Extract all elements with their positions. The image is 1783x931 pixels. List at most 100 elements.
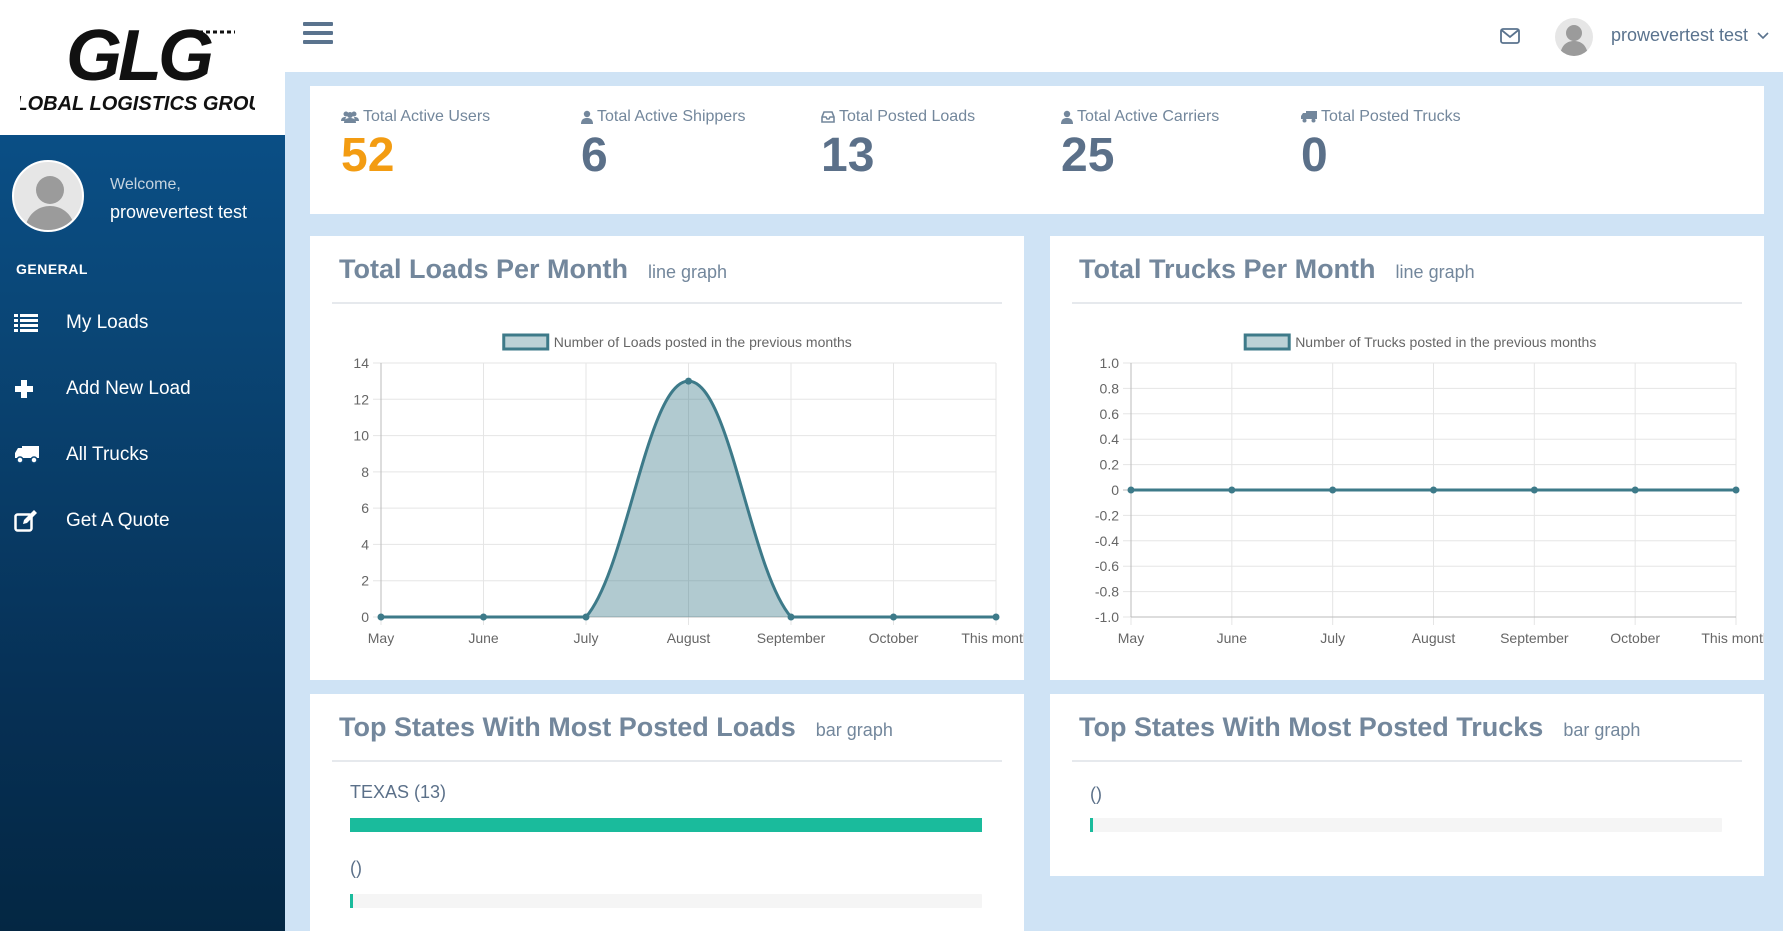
x-tick-label: October bbox=[869, 630, 919, 646]
sidebar-item-label: All Trucks bbox=[66, 444, 149, 465]
bar-label: () bbox=[350, 858, 362, 878]
sidebar-item-label: Add New Load bbox=[66, 378, 191, 399]
user-icon bbox=[581, 110, 593, 124]
y-tick-label: -0.4 bbox=[1095, 533, 1119, 549]
data-point bbox=[582, 613, 590, 621]
progress-fill bbox=[1090, 818, 1093, 832]
sidebar-item-label: My Loads bbox=[66, 312, 149, 333]
progress-fill bbox=[350, 894, 353, 908]
trucks-line-chart: Number of Trucks posted in the previous … bbox=[1095, 333, 1764, 646]
divider bbox=[1072, 760, 1742, 762]
stat-value: 52 bbox=[341, 129, 395, 182]
truck-icon bbox=[14, 445, 54, 465]
glg-logo-icon: GLG GLOBAL LOGISTICS GROUP bbox=[20, 18, 255, 115]
users-icon bbox=[341, 111, 359, 123]
y-tick-label: 0.6 bbox=[1100, 406, 1120, 422]
x-tick-label: May bbox=[368, 630, 394, 646]
x-tick-label: June bbox=[468, 630, 499, 646]
x-tick-label: September bbox=[1500, 630, 1569, 646]
x-tick-label: August bbox=[667, 630, 711, 646]
y-tick-label: 0.4 bbox=[1100, 431, 1120, 447]
y-tick-label: -0.8 bbox=[1095, 584, 1119, 600]
menu-section-title: GENERAL bbox=[16, 261, 88, 277]
chevron-down-icon bbox=[1757, 32, 1769, 40]
menu-toggle-icon[interactable] bbox=[303, 22, 333, 48]
y-tick-label: 10 bbox=[353, 428, 369, 444]
y-tick-label: -0.6 bbox=[1095, 558, 1119, 574]
user-icon bbox=[1061, 110, 1073, 124]
avatar bbox=[12, 160, 84, 232]
stat-label: Total Posted Loads bbox=[839, 108, 976, 125]
panel-subtitle: bar graph bbox=[1563, 720, 1641, 740]
stat-label: Total Posted Trucks bbox=[1321, 108, 1461, 125]
sidebar-username: prowevertest test bbox=[110, 202, 248, 222]
panel-title: Top States With Most Posted Trucks bbox=[1079, 712, 1544, 742]
user-dropdown[interactable]: prowevertest test bbox=[1611, 25, 1769, 46]
y-tick-label: 0.2 bbox=[1100, 457, 1120, 473]
loads-per-month-panel: Total Loads Per Month line graph Number … bbox=[310, 236, 1024, 680]
progress-bar bbox=[1090, 818, 1722, 832]
truck-icon bbox=[1301, 111, 1317, 123]
stat-total-active-carriers: Total Active Carriers 25 bbox=[1061, 108, 1291, 180]
stat-label: Total Active Carriers bbox=[1077, 108, 1220, 125]
stat-label: Total Active Users bbox=[363, 108, 491, 125]
top-states-loads-panel: Top States With Most Posted Loads bar gr… bbox=[310, 694, 1024, 931]
stats-panel: Total Active Users 52 Total Active Shipp… bbox=[310, 86, 1764, 214]
sidebar-item-all-trucks[interactable]: All Trucks bbox=[0, 422, 285, 488]
data-point bbox=[1127, 486, 1135, 494]
progress-fill bbox=[350, 818, 982, 832]
sidebar-item-my-loads[interactable]: My Loads bbox=[0, 290, 285, 356]
data-point bbox=[1329, 486, 1337, 494]
data-point bbox=[890, 613, 897, 621]
stat-value: 25 bbox=[1061, 129, 1115, 182]
user-avatar-icon bbox=[24, 176, 76, 230]
stat-label: Total Active Shippers bbox=[597, 108, 746, 125]
data-point bbox=[1631, 486, 1639, 494]
y-tick-label: -1.0 bbox=[1095, 609, 1119, 625]
data-point bbox=[377, 613, 385, 621]
x-tick-label: June bbox=[1217, 630, 1248, 646]
x-tick-label: July bbox=[1320, 630, 1345, 646]
stat-value: 0 bbox=[1301, 129, 1328, 182]
svg-text:GLOBAL LOGISTICS GROUP: GLOBAL LOGISTICS GROUP bbox=[20, 93, 255, 115]
y-tick-label: 1.0 bbox=[1100, 355, 1120, 371]
area-fill bbox=[381, 381, 996, 617]
data-point bbox=[1530, 486, 1538, 494]
data-point bbox=[685, 377, 692, 385]
welcome-text: Welcome, bbox=[110, 176, 181, 193]
bar-label: TEXAS (13) bbox=[350, 782, 447, 802]
sidebar: GLG GLOBAL LOGISTICS GROUP Welcome, prow… bbox=[0, 0, 285, 931]
legend-label: Number of Loads posted in the previous m… bbox=[554, 334, 852, 350]
avatar[interactable] bbox=[1555, 18, 1593, 56]
data-point bbox=[1732, 486, 1740, 494]
plus-icon bbox=[14, 379, 54, 399]
mail-icon[interactable] bbox=[1500, 28, 1520, 49]
sidebar-item-add-new-load[interactable]: Add New Load bbox=[0, 356, 285, 422]
top-navbar: prowevertest test bbox=[285, 0, 1783, 72]
panel-subtitle: bar graph bbox=[815, 720, 893, 740]
y-tick-label: 0 bbox=[361, 609, 369, 625]
sidebar-item-get-a-quote[interactable]: Get A Quote bbox=[0, 488, 285, 554]
edit-icon bbox=[14, 510, 54, 532]
legend-swatch bbox=[502, 333, 550, 351]
y-tick-label: 14 bbox=[353, 355, 369, 371]
top-states-trucks-panel: Top States With Most Posted Trucks bar g… bbox=[1050, 694, 1764, 876]
topbar-username: prowevertest test bbox=[1611, 25, 1749, 45]
trucks-per-month-panel: Total Trucks Per Month line graph Number… bbox=[1050, 236, 1764, 680]
list-icon bbox=[14, 313, 54, 333]
stat-value: 6 bbox=[581, 129, 608, 182]
y-tick-label: 8 bbox=[361, 464, 369, 480]
y-tick-label: 0.8 bbox=[1100, 380, 1120, 396]
user-avatar-icon bbox=[1560, 25, 1588, 56]
loads-line-chart: Number of Loads posted in the previous m… bbox=[353, 333, 1024, 646]
y-tick-label: 12 bbox=[353, 391, 369, 407]
data-point bbox=[992, 613, 1000, 621]
x-tick-label: This month bbox=[961, 630, 1024, 646]
data-point bbox=[1228, 486, 1236, 494]
logo[interactable]: GLG GLOBAL LOGISTICS GROUP bbox=[0, 0, 285, 135]
stat-total-posted-trucks: Total Posted Trucks 0 bbox=[1301, 108, 1531, 180]
y-tick-label: 6 bbox=[361, 500, 369, 516]
panel-title: Top States With Most Posted Loads bbox=[339, 712, 796, 742]
legend-swatch bbox=[1243, 333, 1291, 351]
divider bbox=[332, 760, 1002, 762]
